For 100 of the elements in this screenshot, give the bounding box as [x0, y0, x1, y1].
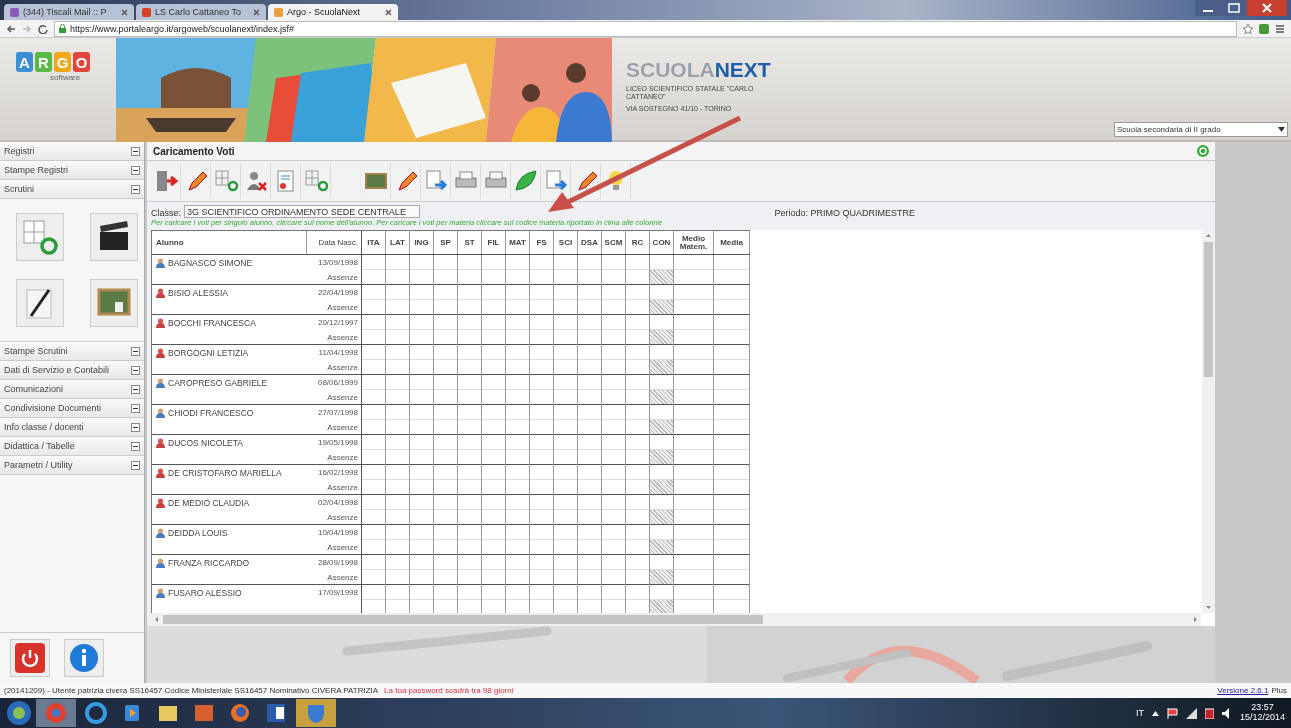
grade-cell[interactable]: [458, 405, 482, 435]
grade-cell[interactable]: [386, 555, 410, 585]
grade-cell[interactable]: [362, 585, 386, 613]
grade-cell[interactable]: [482, 315, 506, 345]
column-header[interactable]: CON: [650, 231, 674, 254]
grade-cell[interactable]: [626, 555, 650, 585]
grade-cell[interactable]: [458, 495, 482, 525]
grade-cell[interactable]: [362, 495, 386, 525]
column-header[interactable]: DSA: [578, 231, 602, 254]
grade-cell[interactable]: [530, 375, 554, 405]
student-name[interactable]: DE CRISTOFARO MARIELLA: [168, 468, 282, 478]
speaker-icon[interactable]: [1221, 707, 1232, 719]
grade-cell[interactable]: [578, 465, 602, 495]
grade-cell[interactable]: [674, 465, 714, 495]
grade-cell[interactable]: [410, 405, 434, 435]
grade-cell[interactable]: [602, 495, 626, 525]
grade-cell[interactable]: [602, 525, 626, 555]
grade-cell[interactable]: [530, 255, 554, 285]
grade-cell[interactable]: [410, 285, 434, 315]
grade-cell[interactable]: [530, 495, 554, 525]
grade-cell[interactable]: [506, 405, 530, 435]
grade-cell[interactable]: [362, 435, 386, 465]
grade-cell[interactable]: [506, 495, 530, 525]
sidebar-item[interactable]: Scrutini: [0, 180, 144, 199]
grade-cell[interactable]: [578, 525, 602, 555]
pen-paper-button[interactable]: [16, 279, 64, 327]
column-header[interactable]: LAT: [386, 231, 410, 254]
grade-cell[interactable]: [578, 345, 602, 375]
grade-cell[interactable]: [714, 435, 750, 465]
grade-cell[interactable]: [602, 255, 626, 285]
grade-cell[interactable]: [626, 465, 650, 495]
grade-cell[interactable]: [674, 345, 714, 375]
grade-cell[interactable]: [506, 345, 530, 375]
sidebar-item[interactable]: Comunicazioni: [0, 380, 144, 399]
grade-cell[interactable]: [458, 435, 482, 465]
grade-cell[interactable]: [410, 525, 434, 555]
grade-cell[interactable]: [362, 465, 386, 495]
grade-cell[interactable]: [410, 585, 434, 613]
grade-cell[interactable]: [674, 585, 714, 613]
school-type-dropdown[interactable]: Scuola secondaria di II grado: [1114, 122, 1288, 137]
student-name[interactable]: BOCCHI FRANCESCA: [168, 318, 256, 328]
grade-cell[interactable]: [554, 315, 578, 345]
grade-cell[interactable]: [434, 555, 458, 585]
grade-cell[interactable]: [410, 465, 434, 495]
grade-cell[interactable]: [482, 405, 506, 435]
grade-cell[interactable]: [458, 555, 482, 585]
version-link[interactable]: Versione 2.6.1: [1217, 686, 1269, 695]
grade-cell[interactable]: [714, 345, 750, 375]
grade-cell[interactable]: [530, 405, 554, 435]
grade-cell[interactable]: [362, 285, 386, 315]
grade-cell[interactable]: [554, 525, 578, 555]
grade-cell[interactable]: [482, 525, 506, 555]
grade-cell[interactable]: [506, 465, 530, 495]
grade-cell[interactable]: [506, 255, 530, 285]
clapperboard-button[interactable]: [90, 213, 138, 261]
grade-cell[interactable]: [410, 255, 434, 285]
grade-cell[interactable]: [578, 255, 602, 285]
column-header[interactable]: SCM: [602, 231, 626, 254]
grade-cell[interactable]: [410, 345, 434, 375]
grade-cell[interactable]: [626, 525, 650, 555]
grade-cell[interactable]: [458, 525, 482, 555]
grade-cell[interactable]: [386, 435, 410, 465]
grade-cell[interactable]: [362, 405, 386, 435]
grade-cell[interactable]: [434, 525, 458, 555]
grade-cell[interactable]: [714, 255, 750, 285]
grade-cell[interactable]: [674, 525, 714, 555]
grade-cell[interactable]: [602, 285, 626, 315]
sidebar-item[interactable]: Condivisione Documenti: [0, 399, 144, 418]
up-arrow-icon[interactable]: [1151, 710, 1159, 716]
grade-cell[interactable]: [602, 555, 626, 585]
reload-icon[interactable]: [38, 23, 48, 34]
grade-cell[interactable]: [554, 405, 578, 435]
signal-icon[interactable]: [1185, 707, 1197, 719]
grade-cell[interactable]: [602, 435, 626, 465]
grade-cell[interactable]: [434, 375, 458, 405]
grade-cell[interactable]: [458, 345, 482, 375]
grade-cell[interactable]: [578, 405, 602, 435]
grade-cell[interactable]: [626, 585, 650, 613]
grade-cell[interactable]: [506, 315, 530, 345]
student-name[interactable]: FRANZA RICCARDO: [168, 558, 250, 568]
grade-cell[interactable]: [602, 345, 626, 375]
grade-cell[interactable]: [386, 315, 410, 345]
back-icon[interactable]: [6, 23, 16, 34]
grade-cell[interactable]: [602, 375, 626, 405]
grade-cell[interactable]: [578, 435, 602, 465]
grade-cell[interactable]: [554, 255, 578, 285]
grade-cell[interactable]: [578, 495, 602, 525]
grade-cell[interactable]: [506, 375, 530, 405]
grade-cell[interactable]: [410, 555, 434, 585]
grade-cell[interactable]: [626, 255, 650, 285]
grade-cell[interactable]: [362, 525, 386, 555]
grade-cell[interactable]: [410, 495, 434, 525]
grade-cell[interactable]: [506, 525, 530, 555]
grade-cell[interactable]: [626, 495, 650, 525]
grade-cell[interactable]: [554, 285, 578, 315]
grade-cell[interactable]: [362, 555, 386, 585]
grade-cell[interactable]: [714, 555, 750, 585]
start-button[interactable]: [6, 700, 32, 726]
grade-cell[interactable]: [410, 375, 434, 405]
grade-cell[interactable]: [386, 255, 410, 285]
